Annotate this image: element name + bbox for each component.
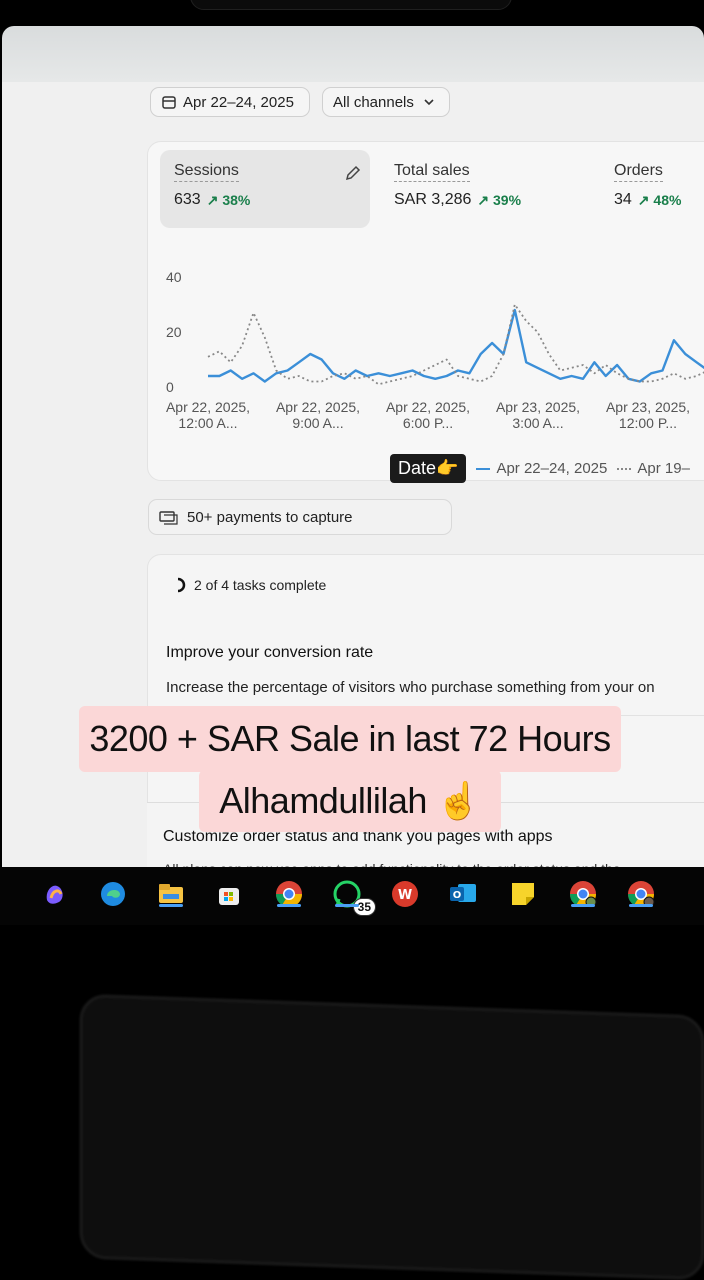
sticky-notes-icon[interactable] <box>508 879 538 909</box>
progress-ring-icon <box>177 577 186 593</box>
chevron-down-icon <box>424 99 434 106</box>
whatsapp-icon[interactable]: 35 <box>332 879 376 916</box>
legend-item-previous[interactable]: Apr 19– <box>617 460 690 477</box>
windows-taskbar: 35 W O <box>0 867 704 925</box>
date-range-label: Apr 22–24, 2025 <box>183 93 294 111</box>
device-top-notch <box>190 0 512 10</box>
x-tick-label: Apr 23, 2025, <box>496 399 580 415</box>
x-tick-label: 9:00 A... <box>292 415 343 431</box>
payments-to-capture-button[interactable]: 50+ payments to capture <box>148 499 452 535</box>
series-line-current <box>208 308 704 383</box>
date-range-button[interactable]: Apr 22–24, 2025 <box>150 87 310 117</box>
sessions-chart: 40 20 0 Apr 22, 2025, 12:00 A... Apr 22, 2025… <box>148 252 704 452</box>
y-tick-label: 40 <box>166 269 182 285</box>
copilot-icon[interactable] <box>40 879 70 909</box>
channel-select[interactable]: All channels <box>322 87 450 117</box>
x-tick-label: 12:00 A... <box>178 415 237 431</box>
chrome-profile-n-icon[interactable] <box>626 879 656 909</box>
store-icon[interactable] <box>214 879 244 909</box>
line-chart: 40200Apr 22, 2025,12:00 A...Apr 22, 2025… <box>166 269 704 431</box>
x-tick-label: 3:00 A... <box>512 415 563 431</box>
metric-label: Total sales <box>394 162 470 182</box>
svg-text:O: O <box>453 890 462 901</box>
metric-value: 633 <box>174 191 201 208</box>
file-explorer-icon[interactable] <box>156 879 186 909</box>
outlook-icon[interactable]: O <box>448 879 478 909</box>
metric-change: ↗ 38% <box>206 191 251 208</box>
chrome-icon[interactable] <box>274 879 304 909</box>
chart-legend: Date👉 Apr 22–24, 2025 Apr 19– <box>390 454 690 483</box>
task-title[interactable]: Improve your conversion rate <box>166 644 373 662</box>
metric-total-sales[interactable]: Total sales SAR 3,286 ↗ 39% <box>380 150 590 228</box>
y-tick-label: 20 <box>166 324 182 340</box>
x-tick-label: Apr 22, 2025, <box>386 399 470 415</box>
x-tick-label: 6:00 P... <box>403 415 453 431</box>
metric-value: 34 <box>614 191 632 208</box>
metric-label: Sessions <box>174 162 239 182</box>
cash-icon <box>159 511 178 525</box>
metric-value: SAR 3,286 <box>394 191 472 208</box>
edge-icon[interactable] <box>98 879 128 909</box>
wps-office-icon[interactable]: W <box>390 879 420 909</box>
caption-line-1: 3200 + SAR Sale in last 72 Hours <box>79 706 621 772</box>
task-progress: 2 of 4 tasks complete <box>170 577 326 593</box>
whatsapp-badge: 35 <box>352 898 376 916</box>
chrome-profile-icon[interactable] <box>568 879 598 909</box>
task-description: Increase the percentage of visitors who … <box>166 679 655 696</box>
analytics-card: Sessions 633 ↗ 38% Total sales SAR 3,286… <box>147 141 704 483</box>
svg-text:W: W <box>398 888 412 903</box>
pencil-icon[interactable] <box>344 164 362 182</box>
metric-sessions[interactable]: Sessions 633 ↗ 38% <box>160 150 370 228</box>
metric-orders[interactable]: Orders 34 ↗ 48% <box>600 150 704 228</box>
metric-change: ↗ 39% <box>477 191 522 208</box>
y-tick-label: 0 <box>166 379 174 395</box>
phone-in-foreground <box>0 925 704 1280</box>
legend-item-current[interactable]: Apr 22–24, 2025 <box>476 460 607 477</box>
x-tick-label: Apr 22, 2025, <box>276 399 360 415</box>
channel-label: All channels <box>333 93 414 111</box>
payments-label: 50+ payments to capture <box>187 508 353 526</box>
blurred-phone <box>80 994 704 1280</box>
metric-change: ↗ 48% <box>637 191 682 208</box>
x-tick-label: 12:00 P... <box>619 415 677 431</box>
metric-label: Orders <box>614 162 663 182</box>
x-tick-label: Apr 23, 2025, <box>606 399 690 415</box>
caption-line-2: Alhamdullilah ☝️ <box>199 770 501 832</box>
calendar-icon <box>162 96 176 109</box>
x-tick-label: Apr 22, 2025, <box>166 399 250 415</box>
tasks-status-label: 2 of 4 tasks complete <box>194 577 327 593</box>
date-tag: Date👉 <box>390 454 467 483</box>
